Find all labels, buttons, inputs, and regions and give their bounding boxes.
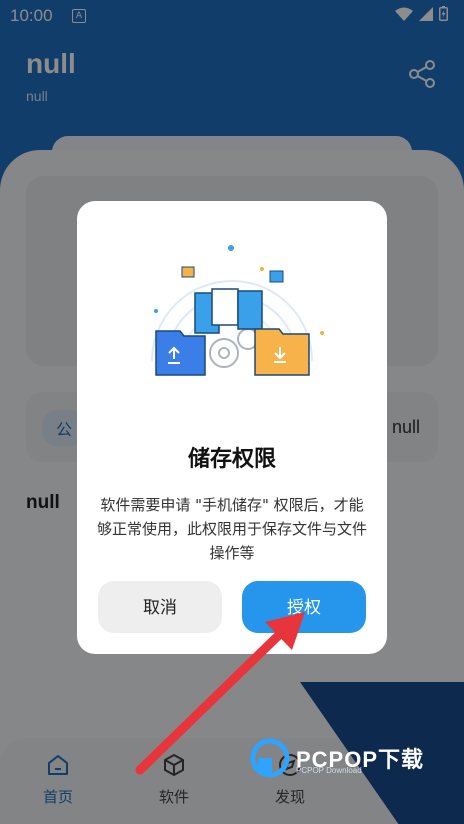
cancel-button[interactable]: 取消 bbox=[98, 581, 222, 633]
dialog-title: 储存权限 bbox=[187, 447, 276, 472]
dialog-message: 软件需要申请 "手机储存" 权限后，才能够正常使用，此权限用于保存文件与文件操作… bbox=[96, 496, 367, 562]
pcpop-logo-icon bbox=[250, 738, 290, 778]
watermark-sub: PCPOP Download bbox=[296, 766, 362, 775]
authorize-button[interactable]: 授权 bbox=[242, 581, 366, 633]
permission-dialog: 储存权限 软件需要申请 "手机储存" 权限后，才能够正常使用，此权限用于保存文件… bbox=[77, 201, 387, 654]
storage-illustration-icon bbox=[151, 245, 324, 376]
